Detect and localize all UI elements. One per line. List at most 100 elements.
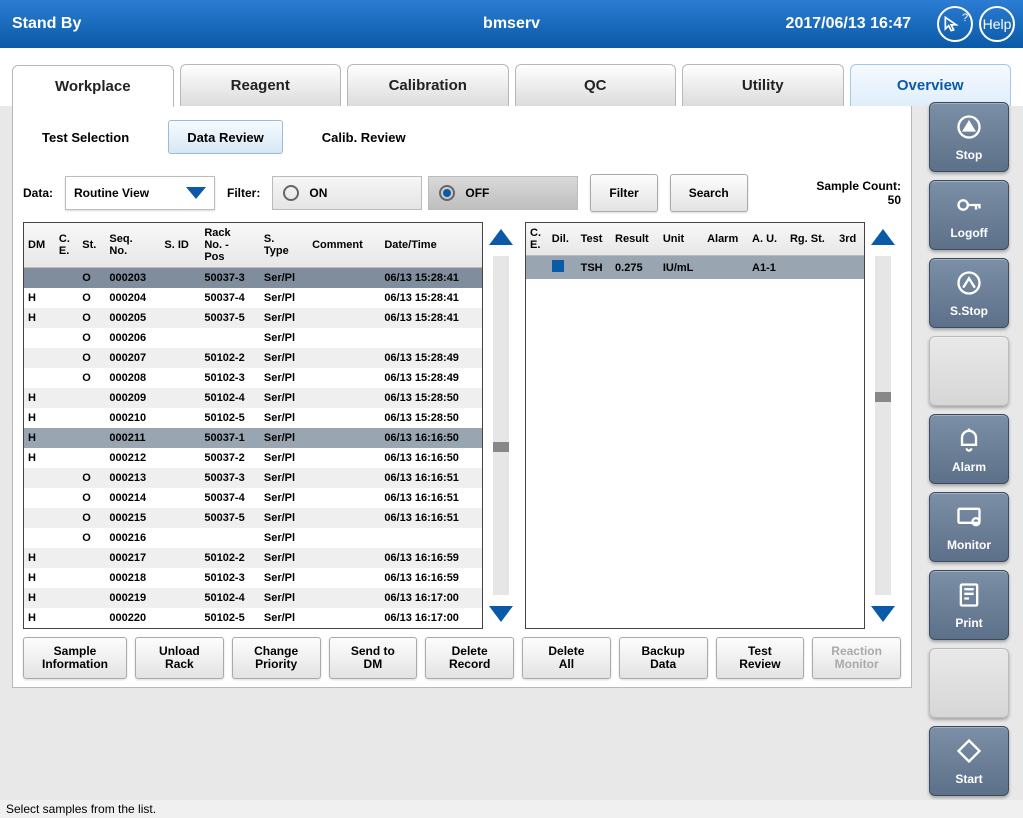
cell <box>55 508 78 528</box>
help-button[interactable]: Help <box>979 6 1015 42</box>
table-row[interactable]: H00021250037-2Ser/Pl06/13 16:16:50 <box>24 448 482 468</box>
tab-utility[interactable]: Utility <box>682 64 844 106</box>
cell: 06/13 16:16:50 <box>380 428 482 448</box>
table-row[interactable]: O00021450037-4Ser/Pl06/13 16:16:51 <box>24 488 482 508</box>
col-header[interactable]: Seq. No. <box>105 223 160 268</box>
cell: H <box>24 448 55 468</box>
col-header[interactable]: 3rd <box>835 223 864 256</box>
subtab-calib-review[interactable]: Calib. Review <box>303 120 425 154</box>
col-header[interactable]: Rack No. - Pos <box>200 223 260 268</box>
table-row[interactable]: O00020350037-3Ser/Pl06/13 15:28:41 <box>24 268 482 289</box>
col-header[interactable]: Comment <box>308 223 380 268</box>
subtab-data-review[interactable]: Data Review <box>168 120 283 154</box>
table-row[interactable]: H00021150037-1Ser/Pl06/13 16:16:50 <box>24 428 482 448</box>
sidebar-label: Monitor <box>947 538 991 552</box>
col-header[interactable]: Date/Time <box>380 223 482 268</box>
table-row[interactable]: O00020750102-2Ser/Pl06/13 15:28:49 <box>24 348 482 368</box>
left-scrollbar[interactable] <box>483 222 519 629</box>
delete-record-button[interactable]: Delete Record <box>425 637 514 679</box>
cell: 50037-1 <box>200 428 260 448</box>
unload-rack-button[interactable]: UnloadRack <box>135 637 224 679</box>
print-icon <box>955 581 983 612</box>
bell-icon <box>955 425 983 456</box>
col-header[interactable]: St. <box>78 223 105 268</box>
filter-button[interactable]: Filter <box>590 174 657 212</box>
table-row[interactable]: O000206Ser/Pl <box>24 328 482 348</box>
table-row[interactable]: H00021750102-2Ser/Pl06/13 16:16:59 <box>24 548 482 568</box>
data-view-select[interactable]: Routine View <box>65 176 215 210</box>
table-row[interactable]: O00021550037-5Ser/Pl06/13 16:16:51 <box>24 508 482 528</box>
sidebar-monitor-button[interactable]: Monitor <box>929 492 1009 562</box>
sidebar-s-stop-button[interactable]: S.Stop <box>929 258 1009 328</box>
cell: Ser/Pl <box>260 308 308 328</box>
scroll-down-icon[interactable] <box>483 599 519 629</box>
cell: 06/13 15:28:41 <box>380 268 482 289</box>
cell: Ser/Pl <box>260 528 308 548</box>
tab-workplace[interactable]: Workplace <box>12 65 174 107</box>
table-row[interactable]: HO00020450037-4Ser/Pl06/13 15:28:41 <box>24 288 482 308</box>
table-row[interactable]: HO00020550037-5Ser/Pl06/13 15:28:41 <box>24 308 482 328</box>
cell: TSH <box>577 256 611 280</box>
scroll-up-icon[interactable] <box>865 222 901 252</box>
result-table[interactable]: C. E.Dil.TestResultUnitAlarmA. U.Rg. St.… <box>526 223 864 279</box>
col-header[interactable]: Unit <box>659 223 703 256</box>
col-header[interactable]: Test <box>577 223 611 256</box>
tab-overview[interactable]: Overview <box>850 64 1012 106</box>
cell <box>835 256 864 280</box>
col-header[interactable]: Alarm <box>703 223 748 256</box>
table-row[interactable]: O000216Ser/Pl <box>24 528 482 548</box>
cell <box>526 256 548 280</box>
col-header[interactable]: DM <box>24 223 55 268</box>
sample-table[interactable]: DMC. E.St.Seq. No.S. IDRack No. - PosS. … <box>24 223 482 628</box>
subtab-test-selection[interactable]: Test Selection <box>23 120 148 154</box>
table-row[interactable]: H00021850102-3Ser/Pl06/13 16:16:59 <box>24 568 482 588</box>
table-row[interactable]: H00021050102-5Ser/Pl06/13 15:28:50 <box>24 408 482 428</box>
col-header[interactable]: Rg. St. <box>786 223 835 256</box>
cell: 50102-3 <box>200 368 260 388</box>
table-row[interactable]: H00020950102-4Ser/Pl06/13 15:28:50 <box>24 388 482 408</box>
tab-qc[interactable]: QC <box>515 64 677 106</box>
col-header[interactable]: C. E. <box>55 223 78 268</box>
table-row[interactable]: TSH0.275IU/mLA1-1 <box>526 256 864 280</box>
change-priority-button[interactable]: ChangePriority <box>232 637 321 679</box>
backup-data-button[interactable]: Backup Data <box>619 637 708 679</box>
table-row[interactable]: O00020850102-3Ser/Pl06/13 15:28:49 <box>24 368 482 388</box>
cell <box>160 568 200 588</box>
send-to-dm-button[interactable]: Send to DM <box>329 637 418 679</box>
col-header[interactable]: A. U. <box>748 223 786 256</box>
cell <box>308 288 380 308</box>
scroll-track[interactable] <box>875 256 891 595</box>
cell <box>24 528 55 548</box>
tab-calibration[interactable]: Calibration <box>347 64 509 106</box>
col-header[interactable]: S. ID <box>160 223 200 268</box>
sample-information-button[interactable]: SampleInformation <box>23 637 127 679</box>
scroll-track[interactable] <box>493 256 509 595</box>
table-row[interactable]: H00021950102-4Ser/Pl06/13 16:17:00 <box>24 588 482 608</box>
tab-reagent[interactable]: Reagent <box>180 64 342 106</box>
sidebar-start-button[interactable]: Start <box>929 726 1009 796</box>
search-button[interactable]: Search <box>670 174 748 212</box>
delete-all-button[interactable]: Delete All <box>522 637 611 679</box>
right-scrollbar[interactable] <box>865 222 901 629</box>
col-header[interactable]: Dil. <box>548 223 577 256</box>
col-header[interactable]: C. E. <box>526 223 548 256</box>
cell: 06/13 16:16:50 <box>380 448 482 468</box>
sidebar-logoff-button[interactable]: Logoff <box>929 180 1009 250</box>
cell: 50102-4 <box>200 388 260 408</box>
data-view-value: Routine View <box>74 186 149 200</box>
sidebar-label: Print <box>955 616 982 630</box>
sidebar-alarm-button[interactable]: Alarm <box>929 414 1009 484</box>
table-row[interactable]: H00022050102-5Ser/Pl06/13 16:17:00 <box>24 608 482 628</box>
sidebar-print-button[interactable]: Print <box>929 570 1009 640</box>
test-review-button[interactable]: Test Review <box>716 637 805 679</box>
col-header[interactable]: S. Type <box>260 223 308 268</box>
scroll-down-icon[interactable] <box>865 599 901 629</box>
sidebar-stop-button[interactable]: Stop <box>929 102 1009 172</box>
filter-on-radio[interactable]: ON <box>272 176 422 210</box>
table-row[interactable]: O00021350037-3Ser/Pl06/13 16:16:51 <box>24 468 482 488</box>
col-header[interactable]: Result <box>611 223 659 256</box>
pointer-help-button[interactable]: ? <box>937 6 973 42</box>
scroll-up-icon[interactable] <box>483 222 519 252</box>
filter-off-radio[interactable]: OFF <box>428 176 578 210</box>
cell: 06/13 15:28:50 <box>380 408 482 428</box>
